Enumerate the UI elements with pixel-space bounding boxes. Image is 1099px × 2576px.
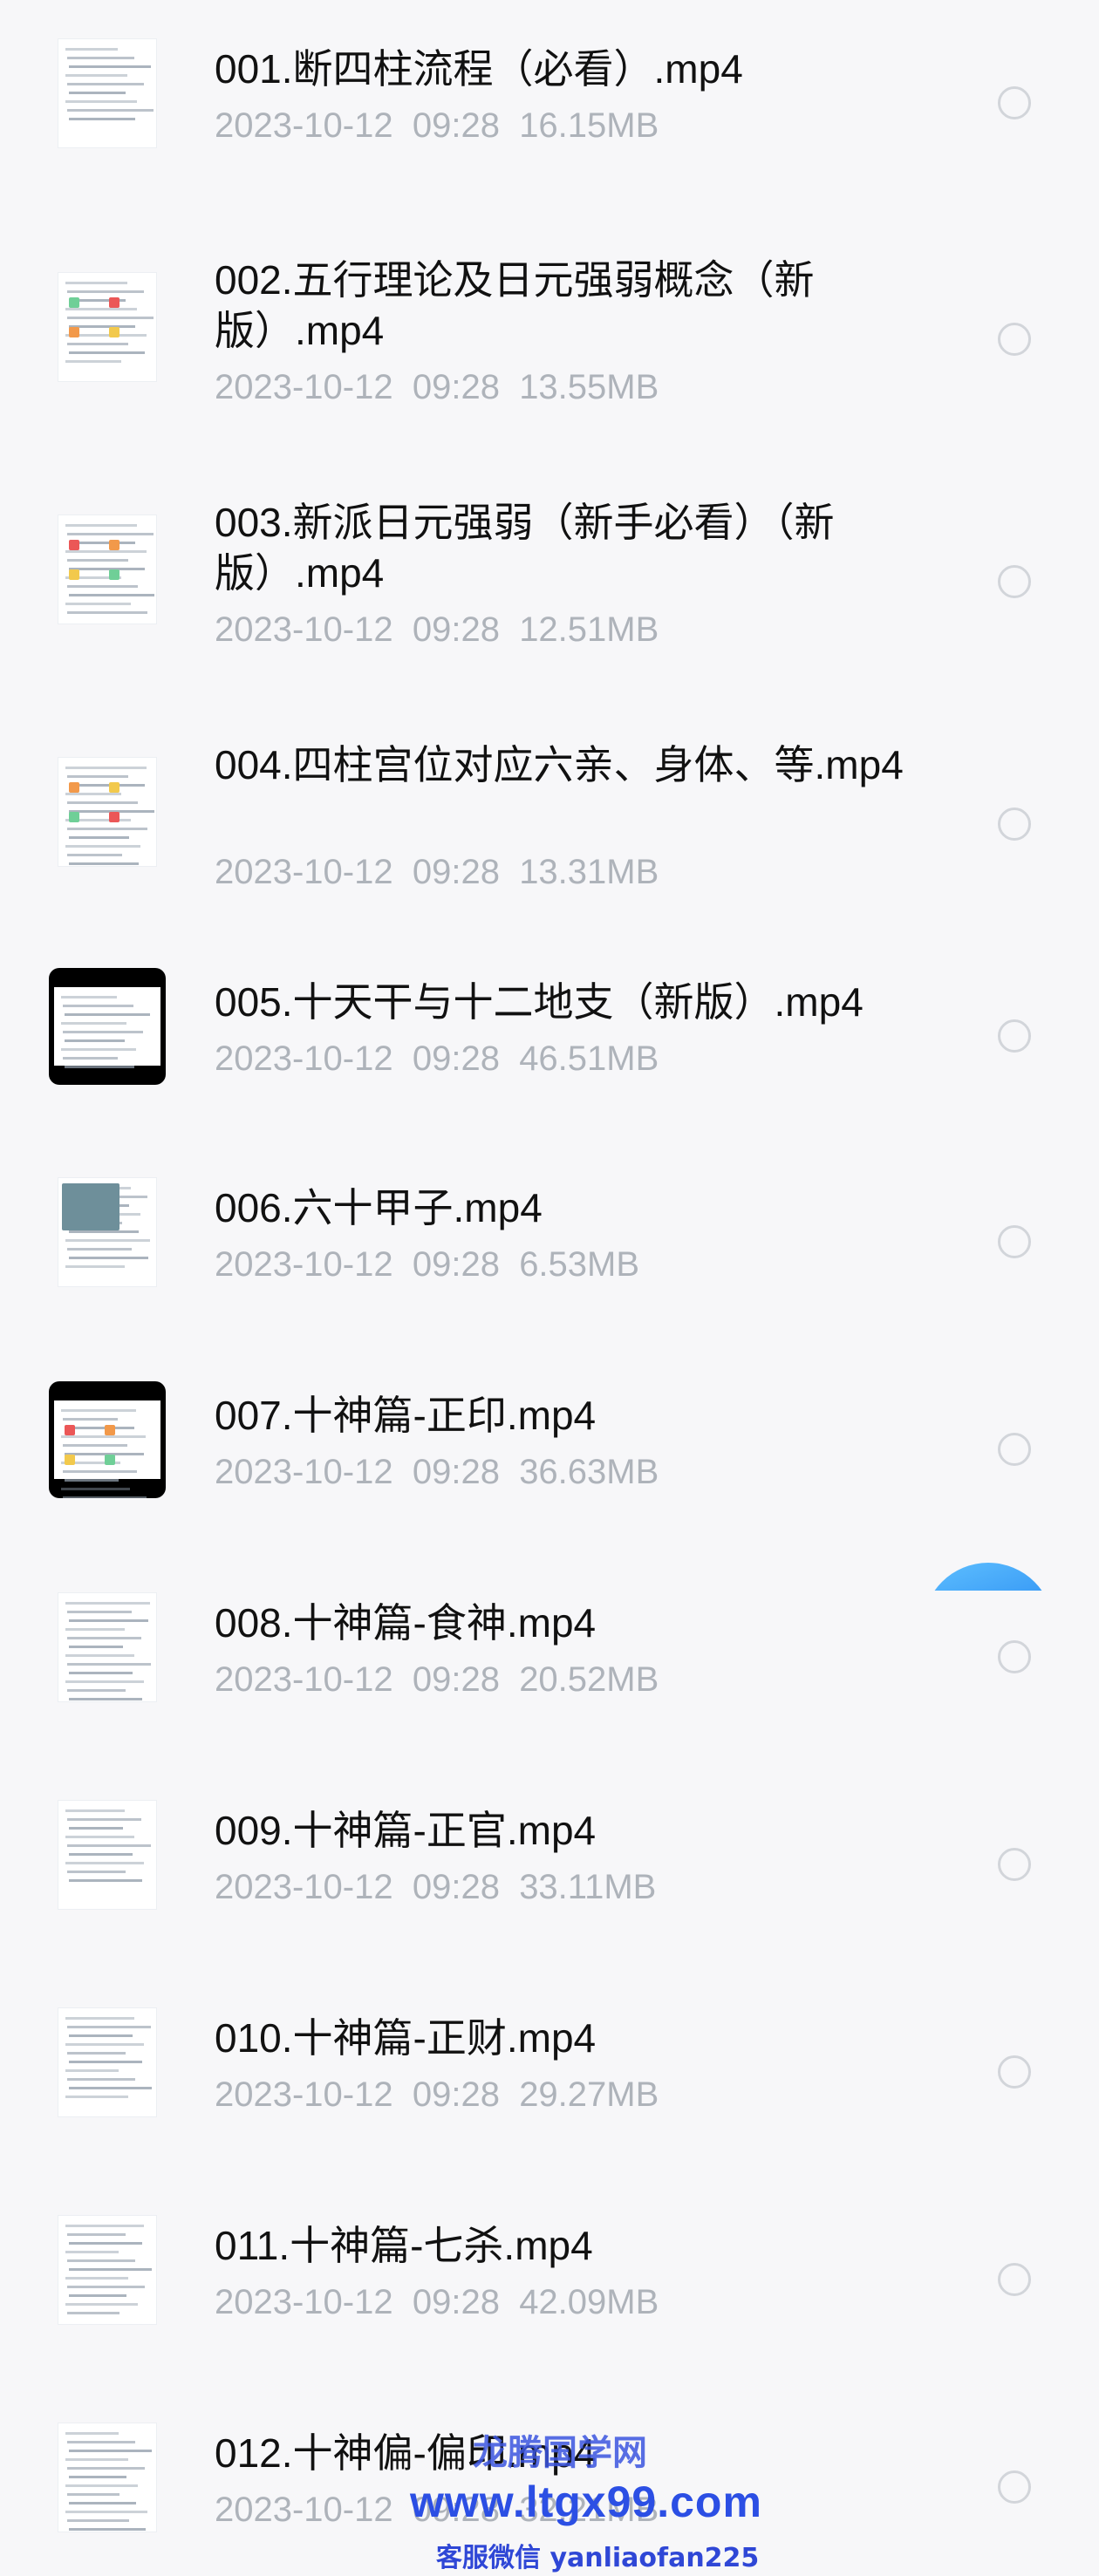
file-date: 2023-10-12 bbox=[215, 853, 393, 891]
file-size: 12.51MB bbox=[519, 610, 659, 649]
file-size: 13.55MB bbox=[519, 368, 659, 406]
document-thumbnail-icon bbox=[49, 1589, 166, 1706]
file-date: 2023-10-12 bbox=[215, 2491, 393, 2529]
file-name: 004.四柱宫位对应六亲、身体、等.mp4 bbox=[215, 742, 904, 787]
select-radio[interactable] bbox=[998, 1019, 1031, 1053]
select-radio[interactable] bbox=[998, 1640, 1031, 1673]
file-size: 6.53MB bbox=[519, 1245, 640, 1284]
file-time: 09:28 bbox=[412, 1245, 500, 1284]
file-name: 001.断四柱流程（必看）.mp4 bbox=[215, 46, 743, 92]
file-time: 09:28 bbox=[412, 368, 500, 406]
file-size: 46.51MB bbox=[519, 1039, 659, 1078]
file-date: 2023-10-12 bbox=[215, 610, 393, 649]
document-thumbnail-icon bbox=[49, 2419, 166, 2536]
file-row[interactable]: 009.十神篇-正官.mp4 2023-10-12 09:28 33.11MB bbox=[0, 1796, 1099, 1953]
file-row[interactable]: 008.十神篇-食神.mp4 2023-10-12 09:28 20.52MB bbox=[0, 1589, 1099, 1746]
file-time: 09:28 bbox=[412, 610, 500, 649]
file-name: 003.新派日元强弱（新手必看）（新版）.mp4 bbox=[215, 500, 835, 596]
file-meta: 2023-10-12 09:28 13.31MB bbox=[215, 851, 659, 893]
file-meta: 2023-10-12 09:28 33.11MB bbox=[215, 1866, 656, 1908]
document-thumbnail-icon bbox=[49, 1796, 166, 1913]
file-meta: 2023-10-12 09:28 32.21MB bbox=[215, 2489, 659, 2531]
file-meta: 2023-10-12 09:28 13.55MB bbox=[215, 366, 659, 408]
file-time: 09:28 bbox=[412, 1660, 500, 1699]
file-time: 09:28 bbox=[412, 1039, 500, 1078]
document-thumbnail-icon bbox=[49, 1174, 166, 1291]
file-name: 002.五行理论及日元强弱概念（新版）.mp4 bbox=[215, 257, 815, 353]
file-meta: 2023-10-12 09:28 46.51MB bbox=[215, 1038, 659, 1080]
file-name: 008.十神篇-食神.mp4 bbox=[215, 1600, 597, 1646]
select-radio[interactable] bbox=[998, 2470, 1031, 2504]
select-radio[interactable] bbox=[998, 1848, 1031, 1881]
file-date: 2023-10-12 bbox=[215, 368, 393, 406]
document-thumbnail-icon bbox=[49, 511, 166, 628]
file-row[interactable]: 007.十神篇-正印.mp4 2023-10-12 09:28 36.63MB bbox=[0, 1381, 1099, 1538]
select-radio[interactable] bbox=[998, 2055, 1031, 2089]
file-size: 29.27MB bbox=[519, 2075, 659, 2114]
file-date: 2023-10-12 bbox=[215, 2283, 393, 2321]
file-time: 09:28 bbox=[412, 2075, 500, 2114]
file-date: 2023-10-12 bbox=[215, 1039, 393, 1078]
file-time: 09:28 bbox=[412, 853, 500, 891]
file-size: 16.15MB bbox=[519, 106, 659, 145]
file-name: 007.十神篇-正印.mp4 bbox=[215, 1393, 597, 1438]
file-size: 13.31MB bbox=[519, 853, 659, 891]
file-date: 2023-10-12 bbox=[215, 1868, 393, 1906]
file-name: 011.十神篇-七杀.mp4 bbox=[215, 2223, 593, 2268]
file-row[interactable]: 001.断四柱流程（必看）.mp4 2023-10-12 09:28 16.15M… bbox=[0, 35, 1099, 180]
file-size: 42.09MB bbox=[519, 2283, 659, 2321]
file-time: 09:28 bbox=[412, 1868, 500, 1906]
file-time: 09:28 bbox=[412, 106, 500, 145]
select-radio[interactable] bbox=[998, 1225, 1031, 1258]
file-size: 33.11MB bbox=[519, 1868, 657, 1906]
file-size: 20.52MB bbox=[519, 1660, 659, 1699]
file-meta: 2023-10-12 09:28 12.51MB bbox=[215, 609, 659, 651]
file-meta: 2023-10-12 09:28 29.27MB bbox=[215, 2074, 659, 2116]
file-date: 2023-10-12 bbox=[215, 1660, 393, 1699]
file-date: 2023-10-12 bbox=[215, 2075, 393, 2114]
select-radio[interactable] bbox=[998, 323, 1031, 356]
file-name: 010.十神篇-正财.mp4 bbox=[215, 2015, 597, 2061]
select-radio[interactable] bbox=[998, 1433, 1031, 1466]
file-meta: 2023-10-12 09:28 20.52MB bbox=[215, 1659, 659, 1700]
file-time: 09:28 bbox=[412, 2491, 500, 2529]
select-radio[interactable] bbox=[998, 808, 1031, 841]
file-row[interactable]: 010.十神篇-正财.mp4 2023-10-12 09:28 29.27MB bbox=[0, 2004, 1099, 2161]
file-size: 36.63MB bbox=[519, 1453, 659, 1491]
file-row[interactable]: 003.新派日元强弱（新手必看）（新版）.mp4 2023-10-12 09:28… bbox=[0, 488, 1099, 698]
file-row[interactable]: 012.十神偏-偏印.mp4 2023-10-12 09:28 32.21MB bbox=[0, 2419, 1099, 2576]
file-time: 09:28 bbox=[412, 2283, 500, 2321]
file-row[interactable]: 002.五行理论及日元强弱概念（新版）.mp4 2023-10-12 09:28 … bbox=[0, 246, 1099, 455]
file-row[interactable]: 004.四柱宫位对应六亲、身体、等.mp4 2023-10-12 09:28 13… bbox=[0, 731, 1099, 940]
file-meta: 2023-10-12 09:28 42.09MB bbox=[215, 2281, 659, 2323]
file-size: 32.21MB bbox=[519, 2491, 659, 2529]
file-row[interactable]: 011.十神篇-七杀.mp4 2023-10-12 09:28 42.09MB bbox=[0, 2211, 1099, 2368]
file-meta: 2023-10-12 09:28 36.63MB bbox=[215, 1451, 659, 1493]
file-row[interactable]: 005.十天干与十二地支（新版）.mp4 2023-10-12 09:28 46.… bbox=[0, 968, 1099, 1125]
file-name: 012.十神偏-偏印.mp4 bbox=[215, 2430, 597, 2476]
file-date: 2023-10-12 bbox=[215, 1453, 393, 1491]
document-thumbnail-icon bbox=[49, 35, 166, 152]
file-name: 009.十神篇-正官.mp4 bbox=[215, 1808, 597, 1853]
file-name: 006.六十甲子.mp4 bbox=[215, 1185, 543, 1230]
video-thumbnail-icon bbox=[49, 1381, 166, 1498]
file-time: 09:28 bbox=[412, 1453, 500, 1491]
file-row[interactable]: 006.六十甲子.mp4 2023-10-12 09:28 6.53MB bbox=[0, 1174, 1099, 1331]
video-thumbnail-icon bbox=[49, 968, 166, 1085]
select-radio[interactable] bbox=[998, 2263, 1031, 2296]
file-date: 2023-10-12 bbox=[215, 106, 393, 145]
document-thumbnail-icon bbox=[49, 753, 166, 870]
select-radio[interactable] bbox=[998, 565, 1031, 598]
select-radio[interactable] bbox=[998, 86, 1031, 119]
document-thumbnail-icon bbox=[49, 2004, 166, 2121]
document-thumbnail-icon bbox=[49, 2211, 166, 2328]
file-meta: 2023-10-12 09:28 6.53MB bbox=[215, 1244, 639, 1285]
file-name: 005.十天干与十二地支（新版）.mp4 bbox=[215, 979, 864, 1025]
file-meta: 2023-10-12 09:28 16.15MB bbox=[215, 105, 659, 147]
document-thumbnail-icon bbox=[49, 269, 166, 385]
file-date: 2023-10-12 bbox=[215, 1245, 393, 1284]
